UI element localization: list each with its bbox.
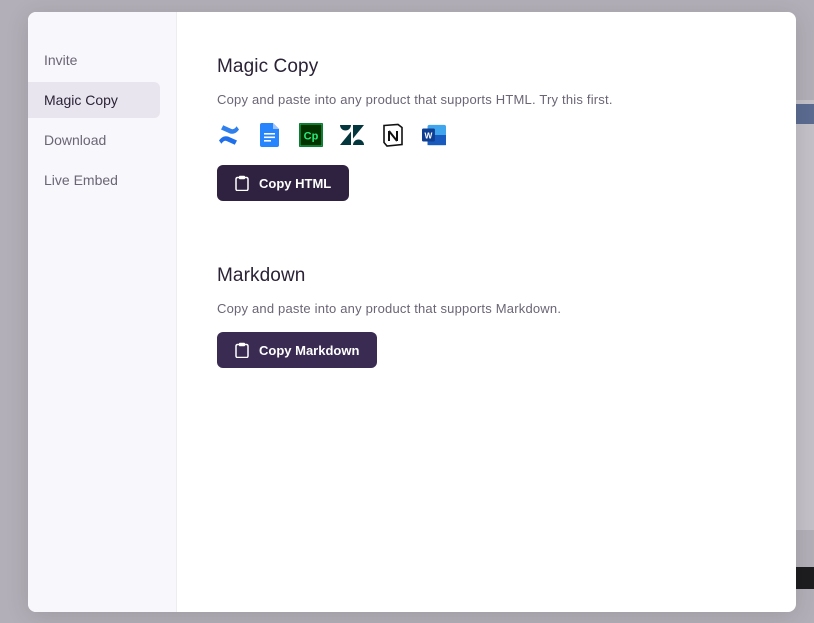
copy-markdown-button[interactable]: Copy Markdown — [217, 332, 378, 368]
magic-copy-section: Magic Copy Copy and paste into any produ… — [217, 56, 756, 201]
sidebar-item-download[interactable]: Download — [28, 122, 160, 158]
sidebar-item-live-embed[interactable]: Live Embed — [28, 162, 160, 198]
export-modal: Invite Magic Copy Download Live Embed Ma… — [28, 12, 796, 612]
magic-copy-title: Magic Copy — [217, 56, 319, 77]
markdown-title: Markdown — [217, 265, 306, 286]
clipboard-icon — [235, 342, 249, 359]
copy-html-label: Copy HTML — [259, 175, 332, 191]
google-docs-icon — [258, 123, 282, 147]
sidebar-item-magic-copy[interactable]: Magic Copy — [28, 82, 160, 118]
background-bar — [795, 104, 814, 124]
captivate-icon: Cp — [299, 123, 323, 147]
copy-markdown-label: Copy Markdown — [259, 342, 360, 358]
modal-sidebar: Invite Magic Copy Download Live Embed — [28, 12, 177, 612]
copy-html-button[interactable]: Copy HTML — [217, 165, 350, 201]
word-icon: W — [422, 123, 446, 147]
markdown-description: Copy and paste into any product that sup… — [217, 301, 562, 316]
supported-apps-row: Cp W — [217, 123, 756, 147]
modal-content: Magic Copy Copy and paste into any produ… — [177, 12, 796, 612]
clipboard-icon — [235, 175, 249, 192]
svg-text:W: W — [425, 131, 433, 141]
svg-text:Cp: Cp — [304, 131, 319, 143]
zendesk-icon — [340, 123, 364, 147]
sidebar-item-invite[interactable]: Invite — [28, 42, 160, 78]
markdown-section: Markdown Copy and paste into any product… — [217, 265, 756, 368]
notion-icon — [381, 123, 405, 147]
confluence-icon — [217, 123, 241, 147]
magic-copy-description: Copy and paste into any product that sup… — [217, 92, 613, 107]
